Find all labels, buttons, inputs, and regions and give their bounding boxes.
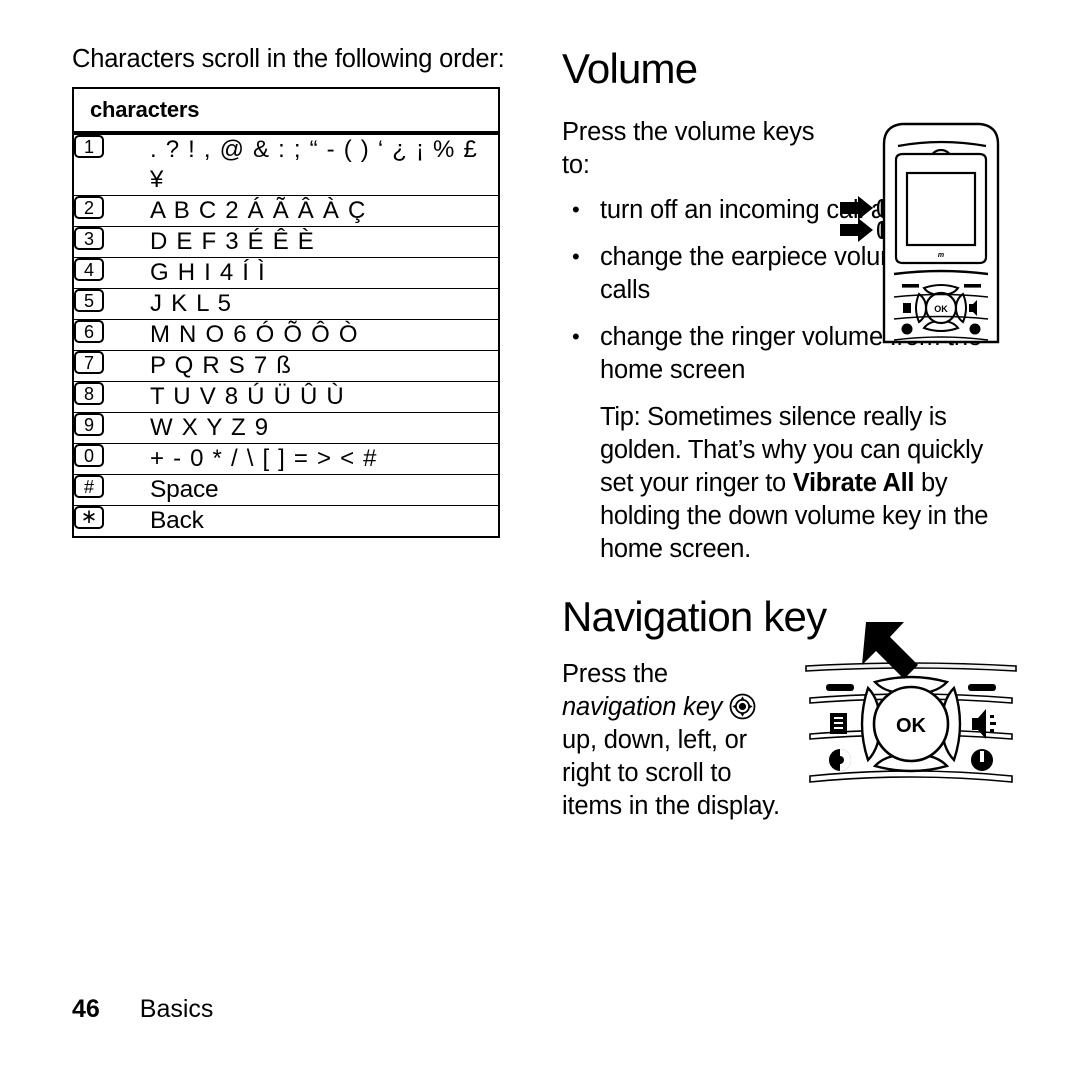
table-cell-key: 8	[73, 381, 150, 413]
table-row: 5 J K L 5	[73, 288, 499, 320]
characters-table: characters 1 . ? ! , @ & : ; “ - ( ) ‘ ¿ …	[72, 87, 500, 538]
table-cell-characters: W X Y Z 9	[150, 412, 499, 444]
footer-chapter-label: Basics	[139, 995, 214, 1023]
table-cell-characters: T U V 8 Ú Ü Û Ù	[150, 381, 499, 413]
phone-softkey-right	[964, 284, 981, 288]
navigation-line2: up, down, left, or right to scroll to it…	[562, 726, 780, 820]
volume-section: Volume Press the volume keys to: turn of…	[562, 44, 1022, 566]
phone-display-screen	[905, 171, 977, 247]
table-header-characters: characters	[73, 88, 499, 135]
navkey-svg: OK	[805, 622, 1017, 783]
right-column: Volume Press the volume keys to: turn of…	[562, 44, 1022, 823]
keycap-icon: 5	[74, 289, 104, 312]
navigation-key-term: navigation key	[562, 693, 723, 721]
keycap-icon: 8	[74, 382, 104, 405]
table-cell-characters: A B C 2 Á Ã Â À Ç	[150, 195, 499, 227]
table-cell-characters: M N O 6 Ó Õ Ô Ò	[150, 319, 499, 351]
phone-softkey-left	[902, 284, 919, 288]
keycap-icon: 9	[74, 413, 104, 436]
volume-down-arrow-icon	[840, 218, 873, 242]
phone-browser-icon	[901, 323, 913, 335]
keycap-icon: 2	[74, 196, 104, 219]
table-cell-key: ∗	[73, 505, 150, 537]
phone-illustration: m OK	[840, 116, 1020, 346]
keycap-icon: 4	[74, 258, 104, 281]
phone-menu-icon	[903, 303, 911, 313]
phone-ok-label: OK	[934, 304, 948, 314]
navigation-key-section: Navigation key Press the navigation key …	[562, 592, 1022, 823]
navigation-key-illustration: OK	[800, 620, 1022, 798]
navkey-menu-icon	[830, 713, 847, 734]
table-cell-key: 1	[73, 132, 150, 196]
keycap-icon: #	[74, 475, 104, 498]
table-cell-characters: + - 0 * / \ [ ] = > < #	[150, 443, 499, 475]
table-cell-key: 6	[73, 319, 150, 351]
tip-bold-vibrate-all: Vibrate All	[792, 469, 915, 497]
table-cell-characters: J K L 5	[150, 288, 499, 320]
table-row: ∗ Back	[73, 505, 499, 537]
table-cell-key: 9	[73, 412, 150, 444]
phone-volume-down-key	[876, 220, 883, 240]
table-cell-key: 3	[73, 226, 150, 258]
keycap-icon: 3	[74, 227, 104, 250]
navigation-key-inline-icon	[729, 693, 756, 720]
keycap-icon: ∗	[74, 506, 104, 529]
page-footer: 46 Basics	[72, 995, 213, 1024]
intro-text: Characters scroll in the following order…	[72, 45, 505, 73]
keycap-icon: 7	[74, 351, 104, 374]
volume-intro-text: Press the volume keys to:	[562, 118, 815, 179]
table-row: 2 A B C 2 Á Ã Â À Ç	[73, 195, 499, 227]
table-cell-characters: Space	[150, 474, 499, 506]
phone-svg: m OK	[840, 122, 1000, 344]
navigation-body-text: Press the navigation key up, down, left,…	[562, 658, 792, 823]
footer-page-number: 46	[72, 995, 100, 1023]
table-cell-key: 2	[73, 195, 150, 227]
navkey-browser-icon	[829, 749, 851, 771]
table-row: 6 M N O 6 Ó Õ Ô Ò	[73, 319, 499, 351]
navkey-softkey-left	[826, 684, 854, 691]
table-cell-key: 5	[73, 288, 150, 320]
table-row: 9 W X Y Z 9	[73, 412, 499, 444]
table-row: 8 T U V 8 Ú Ü Û Ù	[73, 381, 499, 413]
navkey-softkey-right	[968, 684, 996, 691]
phone-subscreen-mark: m	[938, 252, 944, 259]
table-row: 1 . ? ! , @ & : ; “ - ( ) ‘ ¿ ¡ % £ ¥	[73, 132, 499, 196]
keycap-icon: 6	[74, 320, 104, 343]
phone-power-icon	[969, 323, 981, 335]
table-row: 4 G H I 4 Í Ì	[73, 257, 499, 289]
table-row: 7 P Q R S 7 ß	[73, 350, 499, 382]
table-cell-key: 0	[73, 443, 150, 475]
table-cell-characters: G H I 4 Í Ì	[150, 257, 499, 289]
navkey-power-icon	[971, 749, 993, 771]
table-cell-key: 4	[73, 257, 150, 289]
table-cell-characters: D E F 3 É Ê È	[150, 226, 499, 258]
table-cell-key: 7	[73, 350, 150, 382]
navkey-pointer-arrow-icon	[862, 622, 918, 679]
table-header-row: characters	[73, 88, 499, 135]
keycap-icon: 1	[74, 135, 104, 158]
volume-up-arrow-icon	[840, 196, 873, 220]
keycap-icon: 0	[74, 444, 104, 467]
table-cell-key: #	[73, 474, 150, 506]
left-column: Characters scroll in the following order…	[72, 44, 505, 538]
navigation-line1: Press the	[562, 660, 668, 688]
table-cell-characters: P Q R S 7 ß	[150, 350, 499, 382]
table-cell-characters: Back	[150, 505, 499, 537]
phone-volume-up-key	[876, 198, 883, 218]
volume-heading: Volume	[562, 45, 698, 92]
table-row: 3 D E F 3 É Ê È	[73, 226, 499, 258]
table-row: 0 + - 0 * / \ [ ] = > < #	[73, 443, 499, 475]
navkey-ok-label: OK	[896, 715, 927, 737]
volume-tip-paragraph: Tip: Sometimes silence really is golden.…	[600, 401, 1022, 566]
table-row: # Space	[73, 474, 499, 506]
navkey-keyrow-3	[809, 770, 1013, 783]
table-cell-characters: . ? ! , @ & : ; “ - ( ) ‘ ¿ ¡ % £ ¥	[150, 132, 499, 196]
